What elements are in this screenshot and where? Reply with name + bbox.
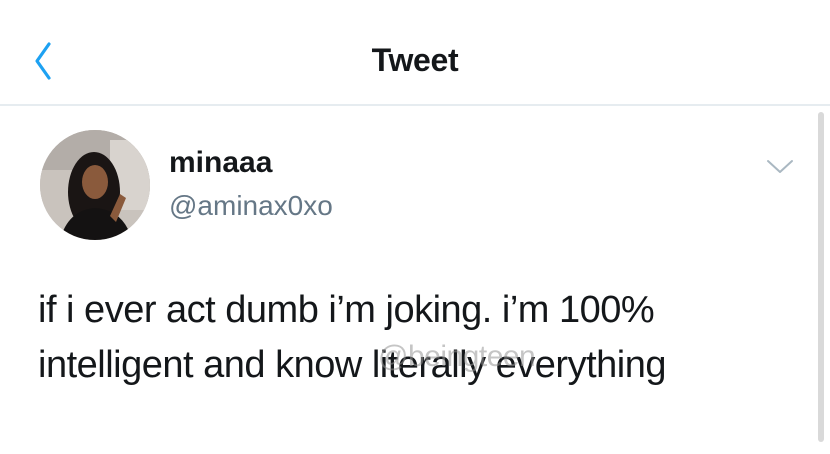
profile-photo-icon xyxy=(40,130,150,240)
author-display-name[interactable]: minaaa xyxy=(169,146,272,180)
tweet-text-line: if i ever act dumb i’m joking. i’m 100% xyxy=(38,289,655,331)
chevron-down-icon xyxy=(767,160,793,173)
tweet-text: if i ever act dumb i’m joking. i’m 100% … xyxy=(38,283,808,393)
avatar[interactable] xyxy=(40,130,150,240)
scrollbar[interactable] xyxy=(818,112,824,442)
author-handle[interactable]: @aminax0xo xyxy=(169,190,333,222)
navigation-bar: Tweet xyxy=(0,0,830,106)
tweet-options-button[interactable] xyxy=(760,152,800,182)
watermark: @beingteen xyxy=(378,340,536,373)
page-title: Tweet xyxy=(371,42,459,78)
